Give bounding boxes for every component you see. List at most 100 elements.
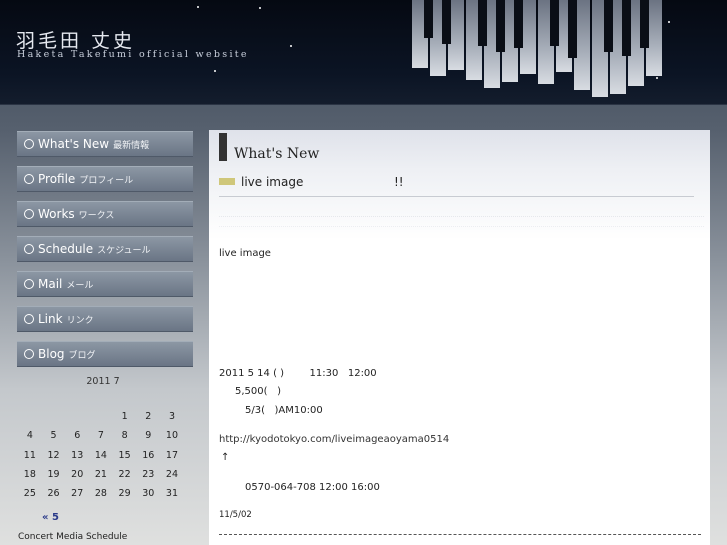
calendar-day: 9 bbox=[145, 430, 152, 442]
star-decoration bbox=[259, 7, 261, 9]
calendar-day: 12 bbox=[47, 449, 60, 461]
calendar-day: 15 bbox=[118, 449, 131, 461]
nav-item-schedule[interactable]: Schedule スケジュール bbox=[17, 236, 193, 262]
nav-label-en: Profile bbox=[38, 172, 76, 186]
sidebar-footer-links[interactable]: Concert Media Schedule bbox=[18, 532, 127, 542]
piano-keys-illustration bbox=[412, 0, 662, 97]
nav-label-en: Mail bbox=[38, 277, 63, 291]
calendar-day: 5 bbox=[50, 430, 57, 442]
post-body-text: 5/3( )AM10:00 bbox=[245, 405, 323, 416]
circle-bullet-icon bbox=[24, 279, 34, 289]
calendar-day: 1 bbox=[121, 411, 128, 423]
calendar-day: 14 bbox=[94, 449, 107, 461]
post-title[interactable]: live image bbox=[241, 175, 303, 189]
nav-label-en: Schedule bbox=[38, 242, 94, 256]
calendar-day: 18 bbox=[23, 469, 36, 481]
calendar-day: 29 bbox=[118, 488, 131, 500]
post-title-suffix: !! bbox=[394, 175, 404, 189]
star-decoration bbox=[197, 6, 199, 8]
nav-label-jp: 最新情報 bbox=[113, 141, 150, 151]
ticket-link[interactable]: http://kyodotokyo.com/liveimageaoyama051… bbox=[219, 434, 449, 445]
nav-item-blog[interactable]: Blog ブログ bbox=[17, 341, 193, 367]
calendar-day bbox=[65, 407, 89, 426]
calendar-widget: 2011 7 1 2 3 4 5 6 7 8 9 10 11 12 13 14 15 16 17 18 19 20 21… bbox=[18, 376, 188, 523]
nav-label-en: What's New bbox=[38, 137, 110, 151]
calendar-day: 28 bbox=[94, 488, 107, 500]
nav-item-works[interactable]: Works ワークス bbox=[17, 201, 193, 227]
calendar-day: 25 bbox=[23, 488, 36, 500]
calendar-day bbox=[42, 407, 66, 426]
circle-bullet-icon bbox=[24, 174, 34, 184]
calendar-week-row: 4 5 6 7 8 9 10 bbox=[18, 426, 184, 445]
calendar-day bbox=[89, 407, 113, 426]
calendar-day: 2 bbox=[145, 411, 152, 423]
calendar-week-row: 25 26 27 28 29 30 31 bbox=[18, 484, 184, 503]
calendar-day: 10 bbox=[165, 430, 179, 442]
calendar-month-title: 2011 7 bbox=[86, 376, 120, 387]
calendar-day: 22 bbox=[118, 469, 131, 481]
nav-label-jp: スケジュール bbox=[97, 246, 151, 256]
calendar-day: 19 bbox=[47, 469, 60, 481]
calendar-prev-month-link[interactable]: « 5 bbox=[42, 512, 59, 523]
nav-item-mail[interactable]: Mail メール bbox=[17, 271, 193, 297]
dotted-divider bbox=[219, 216, 704, 217]
calendar-day: 8 bbox=[121, 430, 128, 442]
nav-label-jp: メール bbox=[66, 281, 94, 291]
nav-label-en: Works bbox=[38, 207, 75, 221]
circle-bullet-icon bbox=[24, 314, 34, 324]
star-decoration bbox=[290, 45, 292, 47]
nav-item-whats-new[interactable]: What's New 最新情報 bbox=[17, 131, 193, 157]
heading-accent-bar bbox=[219, 133, 227, 161]
calendar-day: 31 bbox=[165, 488, 179, 500]
post-body-text: live image bbox=[219, 248, 271, 259]
nav-label-jp: ブログ bbox=[68, 351, 96, 361]
nav-label-jp: プロフィール bbox=[79, 176, 134, 186]
calendar-day: 23 bbox=[142, 469, 155, 481]
post-body-text: 0570-064-708 12:00 16:00 bbox=[245, 482, 380, 493]
calendar-week-row: 18 19 20 21 22 23 24 bbox=[18, 465, 184, 484]
calendar-week-row: 11 12 13 14 15 16 17 bbox=[18, 446, 184, 465]
calendar-day: 26 bbox=[47, 488, 60, 500]
calendar-grid: 1 2 3 4 5 6 7 8 9 10 11 12 13 14 15 16 17 18 19 20 21 22 23 24 2… bbox=[18, 407, 184, 503]
nav-label-jp: リンク bbox=[66, 316, 94, 326]
calendar-day: 7 bbox=[97, 430, 104, 442]
title-divider bbox=[219, 196, 694, 197]
post-body-text: 2011 5 14 ( ) 11:30 12:00 bbox=[219, 368, 377, 379]
nav-label-en: Link bbox=[38, 312, 63, 326]
post-date: 11/5/02 bbox=[219, 510, 252, 520]
calendar-week-row: 1 2 3 bbox=[18, 407, 184, 426]
calendar-day: 17 bbox=[165, 449, 179, 461]
main-content: What's New live image !! live image 2011… bbox=[209, 130, 710, 545]
calendar-day: 21 bbox=[94, 469, 107, 481]
circle-bullet-icon bbox=[24, 244, 34, 254]
calendar-day: 13 bbox=[71, 449, 84, 461]
calendar-day: 16 bbox=[142, 449, 155, 461]
star-decoration bbox=[668, 21, 670, 23]
star-decoration bbox=[214, 70, 216, 72]
post-title-marker bbox=[219, 178, 235, 185]
calendar-day: 4 bbox=[26, 430, 33, 442]
nav-label-jp: ワークス bbox=[78, 211, 115, 221]
calendar-day: 20 bbox=[71, 469, 84, 481]
site-subtitle: Haketa Takefumi official website bbox=[17, 49, 249, 60]
nav-label-en: Blog bbox=[38, 347, 65, 361]
circle-bullet-icon bbox=[24, 349, 34, 359]
main-navigation: What's New 最新情報 Profile プロフィール Works ワークス S… bbox=[17, 131, 193, 376]
header-divider bbox=[0, 104, 727, 105]
calendar-day: 24 bbox=[165, 469, 179, 481]
nav-item-profile[interactable]: Profile プロフィール bbox=[17, 166, 193, 192]
calendar-day: 11 bbox=[23, 449, 36, 461]
calendar-day: 30 bbox=[142, 488, 155, 500]
nav-item-link[interactable]: Link リンク bbox=[17, 306, 193, 332]
dashed-divider bbox=[219, 534, 701, 535]
calendar-day bbox=[18, 407, 42, 426]
circle-bullet-icon bbox=[24, 209, 34, 219]
circle-bullet-icon bbox=[24, 139, 34, 149]
site-header: 羽毛田 丈史 Haketa Takefumi official website bbox=[0, 0, 727, 105]
post-body-text: 5,500( ) bbox=[235, 386, 281, 397]
dotted-divider bbox=[219, 226, 704, 227]
calendar-day: 3 bbox=[168, 411, 175, 423]
calendar-day: 27 bbox=[71, 488, 84, 500]
page-title: What's New bbox=[234, 146, 320, 162]
up-arrow-icon: ↑ bbox=[221, 452, 230, 463]
